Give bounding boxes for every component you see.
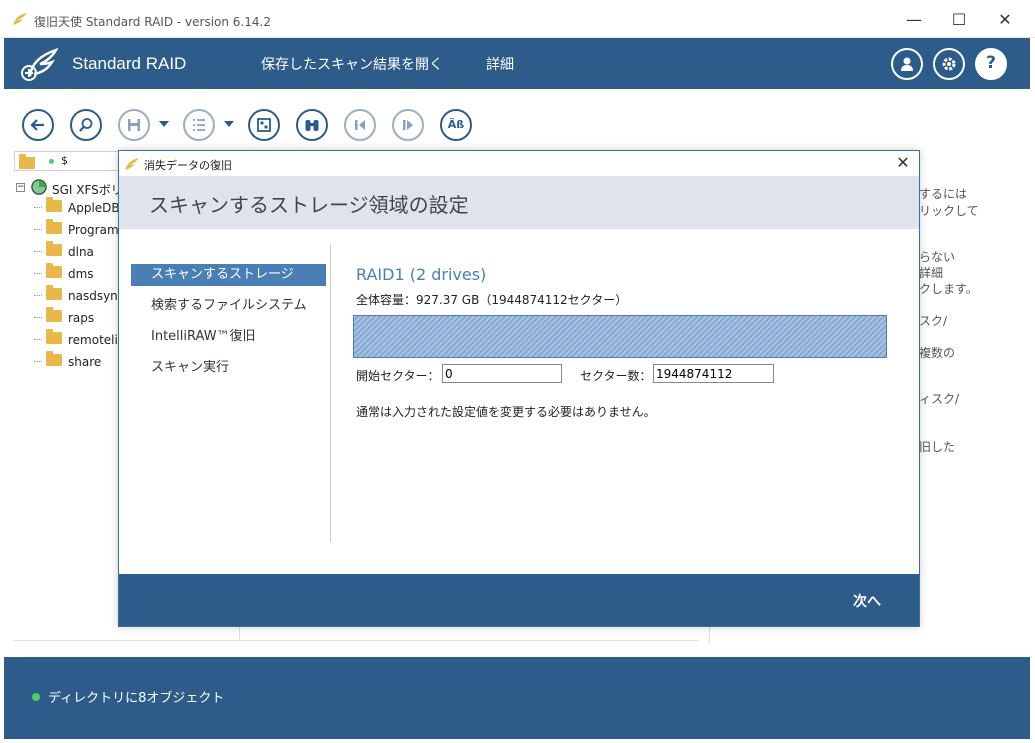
start-sector-input[interactable] — [442, 364, 562, 383]
binoculars-icon — [305, 120, 319, 131]
back-button[interactable] — [22, 109, 54, 141]
divider — [239, 626, 240, 640]
logo-icon — [21, 48, 58, 81]
tree-item[interactable]: AppleDB — [34, 197, 120, 218]
next-icon — [403, 120, 413, 130]
find-button[interactable] — [296, 109, 328, 141]
status-dot-icon — [32, 693, 40, 701]
recovery-dialog: 消失データの復旧 ✕ スキャンするストレージ領域の設定 スキャンするストレージ … — [118, 150, 920, 627]
folder-icon — [19, 154, 35, 169]
save-button[interactable] — [118, 109, 150, 141]
tree-item[interactable]: share — [34, 351, 101, 372]
preview-button[interactable] — [248, 109, 280, 141]
user-icon — [901, 57, 913, 71]
next-item-button[interactable] — [392, 109, 424, 141]
search-icon — [79, 118, 93, 132]
folder-icon — [46, 307, 62, 322]
tree-item[interactable]: remoteli — [34, 329, 118, 350]
save-icon — [128, 119, 140, 131]
help-button[interactable]: ? — [975, 48, 1007, 80]
prev-icon — [355, 120, 365, 130]
next-button[interactable]: 次へ — [853, 591, 881, 611]
note-text: 通常は入力された設定値を変更する必要はありません。 — [356, 405, 656, 419]
dialog-footer: 次へ — [119, 574, 919, 626]
folder-icon — [46, 219, 62, 234]
divider — [709, 626, 710, 643]
maximize-button[interactable]: ☐ — [944, 8, 974, 32]
window-title: 復旧天使 Standard RAID - version 6.14.2 — [34, 15, 271, 29]
settings-button[interactable] — [933, 48, 965, 80]
user-button[interactable] — [891, 48, 923, 80]
dialog-heading: スキャンするストレージ領域の設定 — [149, 193, 469, 217]
folder-icon — [46, 329, 62, 344]
tree-item[interactable]: nasdsyn — [34, 285, 118, 306]
dialog-header: スキャンするストレージ領域の設定 — [119, 176, 919, 229]
tree-root-label: SGI XFSボリ — [52, 183, 123, 197]
tree-item[interactable]: raps — [34, 307, 94, 328]
angel-wing-icon — [13, 13, 27, 25]
sector-count-input[interactable] — [653, 364, 774, 383]
collapse-icon[interactable]: − — [16, 183, 25, 192]
search-button[interactable] — [70, 109, 102, 141]
help-icon: ? — [986, 53, 996, 73]
list-dropdown-arrow[interactable] — [224, 121, 234, 127]
folder-icon — [46, 285, 62, 300]
folder-icon — [46, 197, 62, 212]
folder-icon — [46, 351, 62, 366]
tree-item[interactable]: dms — [34, 263, 94, 284]
back-icon — [30, 119, 44, 131]
list-button[interactable] — [183, 109, 215, 141]
folder-icon — [46, 241, 62, 256]
step-storage[interactable]: スキャンするストレージ — [131, 264, 326, 286]
step-intelliraw[interactable]: IntelliRAW™復旧 — [131, 326, 326, 348]
tree-item[interactable]: Program — [34, 219, 119, 240]
ab-icon: Äß — [447, 118, 465, 131]
window-titlebar: 復旧天使 Standard RAID - version 6.14.2 — ☐ … — [0, 0, 1035, 38]
angel-wing-icon — [125, 158, 139, 170]
status-text: ディレクトリに8オブジェクト — [48, 691, 225, 706]
path-bar[interactable]: $ — [14, 151, 124, 171]
encoding-button[interactable]: Äß — [440, 109, 472, 141]
product-name: Standard RAID — [72, 54, 187, 73]
dialog-title: 消失データの復旧 — [144, 159, 232, 172]
folder-icon — [46, 263, 62, 278]
save-dropdown-arrow[interactable] — [159, 121, 169, 127]
status-dot-icon — [49, 159, 54, 164]
divider — [330, 244, 331, 542]
preview-icon — [257, 118, 271, 132]
raid-title: RAID1 (2 drives) — [356, 265, 487, 284]
step-filesystem[interactable]: 検索するファイルシステム — [131, 295, 326, 317]
previous-button[interactable] — [344, 109, 376, 141]
capacity-text: 全体容量：927.37 GB（1944874112セクター） — [356, 293, 628, 307]
start-sector-label: 開始セクター： — [356, 369, 440, 383]
app-header: Standard RAID 保存したスキャン結果を開く 詳細 ? — [4, 38, 1030, 89]
divider — [14, 640, 698, 641]
path-text: $ — [61, 154, 68, 167]
close-button[interactable]: ✕ — [990, 8, 1020, 32]
step-run-scan[interactable]: スキャン実行 — [131, 357, 326, 379]
list-icon — [193, 119, 205, 131]
tree-item[interactable]: dlna — [34, 241, 94, 262]
tree-root[interactable]: − SGI XFSボリ — [16, 178, 126, 198]
sector-count-label: セクター数： — [580, 369, 652, 383]
dialog-titlebar: 消失データの復旧 ✕ — [119, 151, 919, 176]
details-link[interactable]: 詳細 — [486, 54, 514, 74]
dialog-close-button[interactable]: ✕ — [893, 153, 913, 173]
open-scan-results-link[interactable]: 保存したスキャン結果を開く — [261, 54, 443, 74]
minimize-button[interactable]: — — [899, 8, 929, 32]
sector-range-bar[interactable] — [353, 315, 887, 358]
gear-icon — [942, 57, 956, 71]
toolbar: Äß — [4, 97, 1030, 153]
status-bar: ディレクトリに8オブジェクト — [4, 657, 1030, 739]
volume-icon — [31, 179, 47, 195]
